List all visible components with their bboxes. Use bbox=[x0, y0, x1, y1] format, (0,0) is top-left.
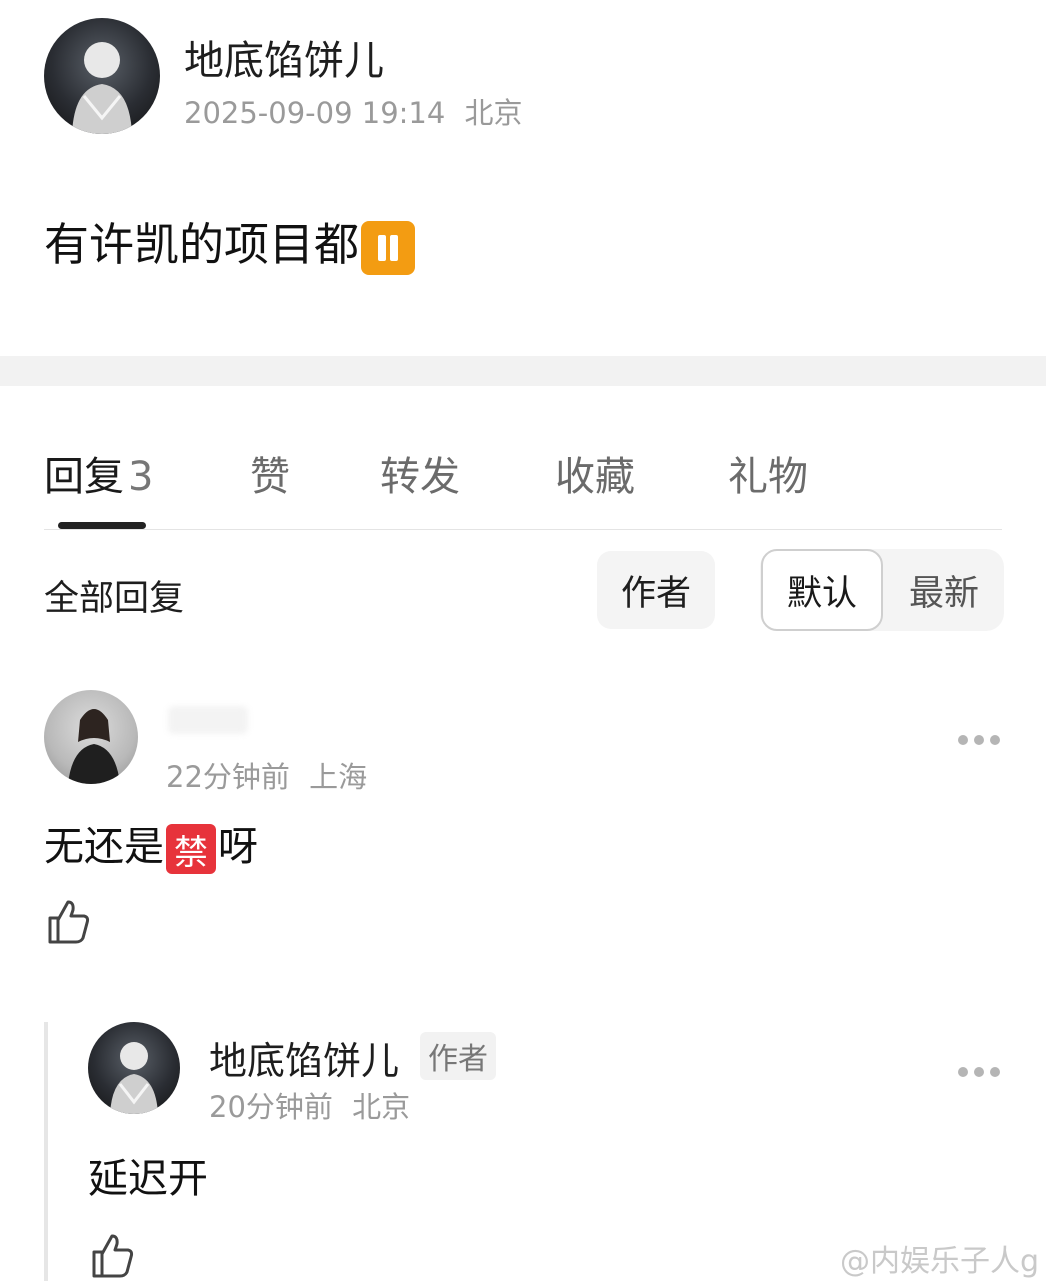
tab-gifts[interactable]: 礼物 bbox=[728, 444, 808, 502]
tab-active-indicator bbox=[58, 522, 146, 529]
sort-default-button[interactable]: 默认 bbox=[761, 549, 883, 631]
reply-location: 北京 bbox=[352, 1090, 411, 1124]
reply-more-icon[interactable] bbox=[958, 1067, 1000, 1077]
reply-meta: 20分钟前 北京 bbox=[209, 1084, 410, 1126]
tab-reposts[interactable]: 转发 bbox=[380, 444, 460, 502]
reply-author-name[interactable]: 地底馅饼儿 bbox=[209, 1030, 399, 1085]
tab-replies[interactable]: 回复 3 bbox=[44, 444, 153, 502]
comment-text: 无还是禁呀 bbox=[44, 814, 258, 874]
reply-author-avatar[interactable] bbox=[88, 1022, 180, 1114]
all-replies-label: 全部回复 bbox=[44, 579, 185, 619]
avatar-portrait-icon bbox=[68, 709, 120, 784]
reply-time: 20分钟前 bbox=[209, 1090, 333, 1124]
post-meta: 2025-09-09 19:14 北京 bbox=[184, 90, 523, 132]
tab-favorites[interactable]: 收藏 bbox=[555, 444, 635, 502]
comment-text-before: 无还是 bbox=[44, 824, 164, 870]
post-location: 北京 bbox=[464, 96, 523, 130]
reply-text: 延迟开 bbox=[88, 1156, 208, 1202]
avatar-portrait-icon bbox=[110, 1042, 158, 1114]
like-icon[interactable] bbox=[46, 898, 90, 948]
comment-time: 22分钟前 bbox=[166, 760, 290, 794]
tab-likes[interactable]: 赞 bbox=[250, 444, 290, 502]
post-text: 有许凯的项目都 bbox=[44, 208, 416, 275]
post-author-name[interactable]: 地底馅饼儿 bbox=[184, 28, 384, 86]
comment-location: 上海 bbox=[309, 760, 368, 794]
commenter-avatar[interactable] bbox=[44, 690, 138, 784]
sort-latest-button[interactable]: 最新 bbox=[885, 551, 1003, 629]
post-author-avatar[interactable] bbox=[44, 18, 160, 134]
author-filter-button[interactable]: 作者 bbox=[597, 551, 715, 629]
author-badge: 作者 bbox=[420, 1032, 496, 1080]
avatar-portrait-icon bbox=[72, 42, 132, 134]
prohibited-emoji-icon: 禁 bbox=[166, 824, 216, 874]
tab-bar-divider bbox=[44, 529, 1002, 530]
post-timestamp: 2025-09-09 19:14 bbox=[184, 96, 446, 130]
pause-button-emoji-icon bbox=[361, 221, 416, 275]
comment-meta: 22分钟前 上海 bbox=[166, 754, 367, 796]
reply-like-icon[interactable] bbox=[90, 1232, 134, 1282]
commenter-name-blurred bbox=[168, 706, 248, 734]
comment-more-icon[interactable] bbox=[958, 735, 1000, 745]
post-text-content: 有许凯的项目都 bbox=[44, 218, 360, 271]
reply-thread-line bbox=[44, 1022, 48, 1281]
tab-replies-label: 回复 bbox=[44, 454, 124, 500]
tab-replies-count: 3 bbox=[128, 454, 154, 500]
comment-text-after: 呀 bbox=[218, 824, 258, 870]
watermark-text: @内娱乐子人g bbox=[840, 1244, 1040, 1279]
section-divider bbox=[0, 356, 1046, 386]
